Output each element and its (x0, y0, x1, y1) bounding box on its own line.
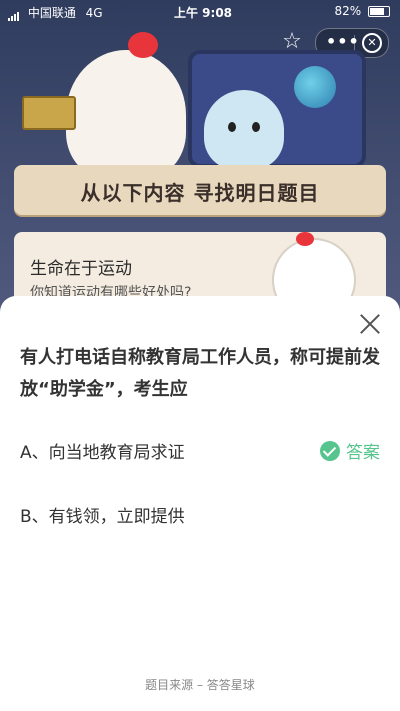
banner-title: 从以下内容 寻找明日题目 (80, 181, 320, 205)
topic-title: 生命在于运动 (30, 259, 132, 279)
option-b[interactable]: B、有钱领，立即提供 (20, 502, 380, 532)
seal-mascot (204, 90, 284, 170)
globe-illustration (294, 66, 336, 108)
option-label: A、向当地教育局求证 (20, 443, 185, 463)
banner: 从以下内容 寻找明日题目 (14, 165, 386, 215)
carrier-name: 中国联通 (27, 6, 76, 20)
chick-mascot (66, 50, 186, 180)
answer-label: 答案 (346, 443, 380, 463)
question-source: 题目来源 – 答答星球 (145, 678, 255, 692)
option-a[interactable]: A、向当地教育局求证 答案 (20, 438, 380, 468)
question-text: 有人打电话自称教育局工作人员，称可提前发放“助学金”，考生应 (20, 347, 380, 400)
chick-comb (128, 32, 158, 58)
status-time: 上午 9:08 (174, 6, 233, 20)
battery-percent: 82% (334, 4, 362, 18)
network-type: 4G (85, 6, 103, 20)
status-bar: 中国联通 4G 上午 9:08 82% (0, 0, 400, 22)
battery-info: 82% (334, 4, 390, 18)
medal-frame-illustration (22, 96, 76, 130)
option-label: B、有钱领，立即提供 (20, 507, 185, 527)
seal-eye (228, 122, 236, 132)
capsule-divider (354, 35, 355, 51)
check-circle-icon (320, 440, 340, 461)
answer-marker: 答案 (320, 438, 380, 468)
seal-eye (252, 122, 260, 132)
signal-icon (8, 7, 20, 21)
question-sheet: 有人打电话自称教育局工作人员，称可提前发放“助学金”，考生应 A、向当地教育局求… (0, 296, 400, 711)
close-circle-icon[interactable]: ✕ (362, 33, 382, 53)
battery-icon (368, 6, 390, 17)
carrier-info: 中国联通 4G (8, 4, 103, 21)
chick-comb-small (296, 232, 314, 246)
close-icon[interactable] (358, 312, 382, 336)
